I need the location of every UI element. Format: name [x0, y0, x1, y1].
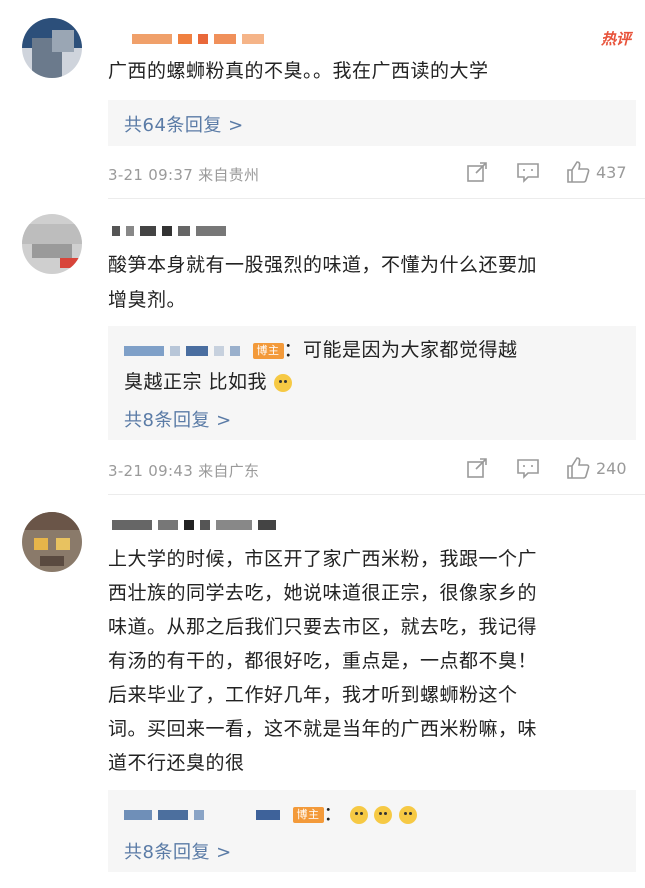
like-button[interactable]: 240 — [566, 456, 627, 480]
thumbs-up-icon — [567, 457, 590, 479]
blogger-badge: 博主 — [292, 806, 324, 823]
author-reply-text-2: 臭越正宗 比如我 — [124, 371, 268, 393]
blogger-badge: 博主 — [252, 342, 284, 359]
avatar[interactable] — [22, 512, 82, 572]
username-masked[interactable] — [112, 514, 276, 536]
comment-text-line-4: 有汤的有干的，都很好吃，重点是，一点都不臭！ — [108, 650, 538, 672]
reply-box[interactable]: 共64条回复 > — [108, 100, 636, 146]
author-reply: 博主： — [124, 798, 417, 830]
view-replies-link[interactable]: 共64条回复 > — [124, 111, 244, 137]
author-reply-line-2: 臭越正宗 比如我 — [124, 366, 292, 398]
like-count: 437 — [596, 162, 627, 182]
comment-text-line-1: 上大学的时候，市区开了家广西米粉，我跟一个广 — [108, 548, 538, 570]
comment-text-line-5: 后来毕业了，工作好几年，我才听到螺蛳粉这个 — [108, 684, 518, 706]
username-masked[interactable] — [112, 220, 226, 242]
crying-emoji-icon — [374, 805, 393, 824]
share-icon[interactable] — [466, 457, 488, 479]
avatar[interactable] — [22, 18, 82, 78]
comment-actions: 240 — [466, 456, 627, 480]
reply-username-masked[interactable] — [124, 340, 240, 362]
divider — [108, 198, 645, 199]
divider — [108, 494, 645, 495]
comment-icon[interactable] — [516, 161, 540, 183]
crying-emoji-icon — [398, 805, 417, 824]
avatar[interactable] — [22, 214, 82, 274]
comment-text-line-1: 酸笋本身就有一股强烈的味道，不懂为什么还要加 — [108, 254, 538, 276]
comment-text-line-2: 增臭剂。 — [108, 289, 187, 311]
author-reply-text-1: ：可能是因为大家都觉得越 — [283, 339, 518, 361]
view-replies-link[interactable]: 共8条回复 > — [124, 838, 232, 864]
username-masked[interactable] — [132, 28, 264, 50]
author-reply: 博主 ：可能是因为大家都觉得越 — [124, 334, 518, 366]
comment-actions: 437 — [466, 160, 627, 184]
reply-username-masked[interactable] — [124, 804, 280, 826]
share-icon[interactable] — [466, 161, 488, 183]
comment-text-line-3: 味道。从那之后我们只要去市区，就去吃，我记得 — [108, 616, 538, 638]
like-count: 240 — [596, 458, 627, 478]
comment-meta: 3-21 09:37 来自贵州 — [108, 166, 260, 184]
reply-box[interactable]: 博主： 共8条回复 > — [108, 790, 636, 872]
view-replies-link[interactable]: 共8条回复 > — [124, 406, 232, 432]
hot-comment-badge: 热评 — [600, 30, 631, 48]
comment-text-line-6: 词。买回来一看，这不就是当年的广西米粉嘛，味 — [108, 718, 538, 740]
comment-text-line-2: 西壮族的同学去吃，她说味道很正宗，很像家乡的 — [108, 582, 538, 604]
reply-box[interactable]: 博主 ：可能是因为大家都觉得越 臭越正宗 比如我 共8条回复 > — [108, 326, 636, 440]
thumbs-up-icon — [567, 161, 590, 183]
comment-icon[interactable] — [516, 457, 540, 479]
comment-text: 广西的螺蛳粉真的不臭。。我在广西读的大学 — [108, 60, 489, 82]
crying-emoji-icon — [349, 805, 368, 824]
like-button[interactable]: 437 — [566, 160, 627, 184]
comment-text-line-7: 道不行还臭的很 — [108, 752, 245, 774]
comment-meta: 3-21 09:43 来自广东 — [108, 462, 260, 480]
crying-emoji-icon — [273, 373, 292, 392]
author-reply-text: ： — [323, 803, 344, 825]
